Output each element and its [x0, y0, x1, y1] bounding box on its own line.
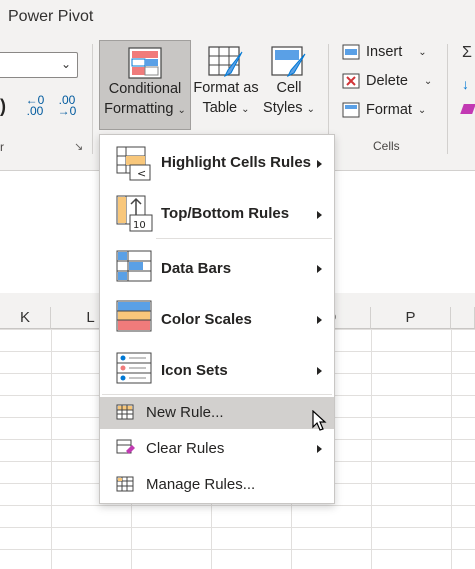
menu-item-label: Color Scales	[161, 311, 252, 328]
submenu-arrow-icon	[317, 445, 322, 453]
submenu-arrow-icon	[317, 316, 322, 324]
highlight-cells-rules-icon: <	[116, 146, 151, 181]
insert-cells-icon	[342, 44, 360, 60]
menu-item-label: Clear Rules	[146, 440, 225, 457]
menu-item-label: Manage Rules...	[146, 476, 256, 493]
format-cells-icon	[342, 102, 360, 118]
cell-styles-button[interactable]: Cell Styles ⌄	[260, 46, 318, 130]
submenu-arrow-icon	[317, 367, 322, 375]
chevron-down-icon: ⌄	[417, 104, 427, 116]
menu-item-label: Data Bars	[161, 260, 232, 277]
menu-item-new-rule[interactable]: New Rule...	[100, 397, 334, 429]
data-bars-icon	[116, 250, 152, 282]
chevron-down-icon: ⌄	[241, 104, 250, 115]
menu-item-label: Top/Bottom Rules	[161, 205, 290, 222]
delete-cells-icon	[342, 73, 360, 89]
conditional-formatting-icon	[128, 47, 162, 79]
color-scales-icon	[116, 300, 152, 332]
tab-power-pivot[interactable]: Power Pivot	[8, 8, 93, 26]
submenu-arrow-icon	[317, 265, 322, 273]
submenu-arrow-icon	[317, 160, 322, 168]
fill-icon[interactable]: ↓	[462, 76, 469, 92]
format-label: Format	[366, 102, 412, 118]
cell-styles-line2: Styles	[263, 100, 303, 116]
chevron-down-icon: ⌄	[60, 57, 71, 71]
format-as-table-icon	[208, 46, 243, 78]
insert-label: Insert	[366, 44, 403, 60]
cell-styles-line1: Cell	[276, 80, 302, 96]
top-bottom-rules-icon: 10	[116, 195, 153, 232]
insert-cells-button[interactable]: Insert ⌄	[342, 44, 427, 60]
chevron-down-icon: ⌄	[306, 104, 315, 115]
delete-cells-button[interactable]: Delete ⌄	[342, 73, 432, 89]
clear-icon[interactable]	[460, 104, 475, 114]
column-header-p[interactable]: P	[371, 307, 451, 329]
submenu-arrow-icon	[317, 211, 322, 219]
menu-item-highlight-cells-rules[interactable]: < Highlight Cells Rules	[100, 140, 334, 188]
chevron-down-icon: ⌄	[418, 46, 427, 58]
delete-label: Delete	[366, 73, 408, 89]
menu-item-clear-rules[interactable]: Clear Rules	[100, 433, 334, 465]
number-format-dropdown[interactable]: ⌄	[0, 52, 78, 78]
chevron-down-icon: ⌄	[423, 75, 433, 87]
clear-rules-icon	[116, 439, 135, 454]
dialog-launcher-icon[interactable]: ↘	[74, 140, 83, 153]
new-rule-icon	[116, 404, 134, 420]
menu-item-data-bars[interactable]: Data Bars	[100, 243, 334, 291]
menu-item-label: Icon Sets	[161, 362, 228, 379]
menu-item-label: New Rule...	[146, 404, 224, 421]
menu-item-top-bottom-rules[interactable]: 10 Top/Bottom Rules	[100, 191, 334, 239]
svg-text:10: 10	[133, 220, 146, 231]
menu-item-icon-sets[interactable]: Icon Sets	[100, 346, 334, 394]
menu-item-color-scales[interactable]: Color Scales	[100, 295, 334, 343]
format-as-table-line2: Table	[202, 100, 238, 116]
chevron-down-icon: ⌄	[177, 105, 186, 116]
conditional-formatting-line2: Formatting	[104, 101, 174, 117]
autosum-icon[interactable]: Σ	[462, 44, 472, 62]
svg-text:<: <	[137, 167, 146, 180]
percent-style-icon[interactable]: )	[0, 96, 6, 117]
number-group-label: r	[0, 140, 4, 154]
conditional-formatting-button[interactable]: Conditional Formatting ⌄	[99, 40, 191, 130]
increase-decimal-button[interactable]: ←0.00	[22, 94, 48, 117]
column-header-q[interactable]	[451, 307, 475, 329]
manage-rules-icon	[116, 476, 134, 492]
conditional-formatting-line1: Conditional	[108, 81, 182, 97]
column-header-k[interactable]: K	[0, 307, 51, 329]
format-as-table-line1: Format as	[193, 80, 259, 96]
decrease-decimal-button[interactable]: .00 →0	[54, 94, 80, 117]
menu-item-label: Highlight Cells Rules	[161, 154, 312, 171]
mouse-pointer-icon	[312, 410, 327, 431]
format-cells-button[interactable]: Format ⌄	[342, 102, 426, 118]
conditional-formatting-menu: < Highlight Cells Rules 10 Top/Bottom Ru…	[99, 134, 335, 504]
cells-group-label: Cells	[373, 139, 400, 153]
cell-styles-icon	[271, 46, 306, 78]
icon-sets-icon	[116, 352, 152, 384]
format-as-table-button[interactable]: Format as Table ⌄	[192, 46, 260, 130]
menu-item-manage-rules[interactable]: Manage Rules...	[100, 469, 334, 501]
